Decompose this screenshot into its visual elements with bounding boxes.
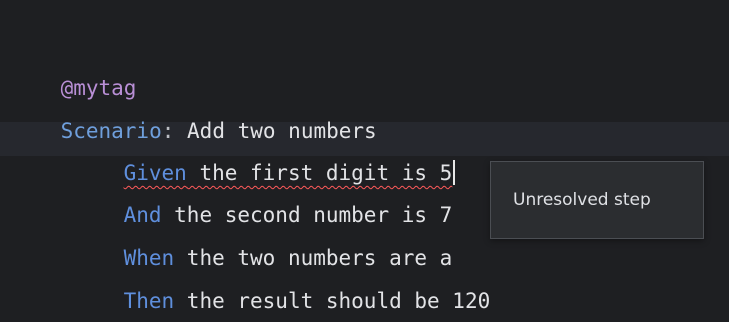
step-line-given[interactable]: Given the first digit is 5: [10, 122, 456, 185]
step-line-when[interactable]: When the two numbers are a: [10, 207, 453, 270]
tooltip-message: Unresolved step: [513, 190, 651, 210]
scenario-line[interactable]: Scenario: Add two numbers: [10, 80, 377, 143]
text-caret: [453, 160, 456, 185]
error-tooltip: Unresolved step: [490, 161, 704, 239]
code-editor[interactable]: @mytag Scenario: Add two numbers Given t…: [0, 0, 729, 322]
step-line-and[interactable]: And the second number is 7: [10, 164, 453, 227]
then-keyword: Then: [123, 289, 175, 313]
step-line-then[interactable]: Then the result should be 120: [10, 250, 491, 313]
tag-line[interactable]: @mytag: [10, 37, 137, 100]
then-step-text: the result should be 120: [174, 289, 491, 313]
